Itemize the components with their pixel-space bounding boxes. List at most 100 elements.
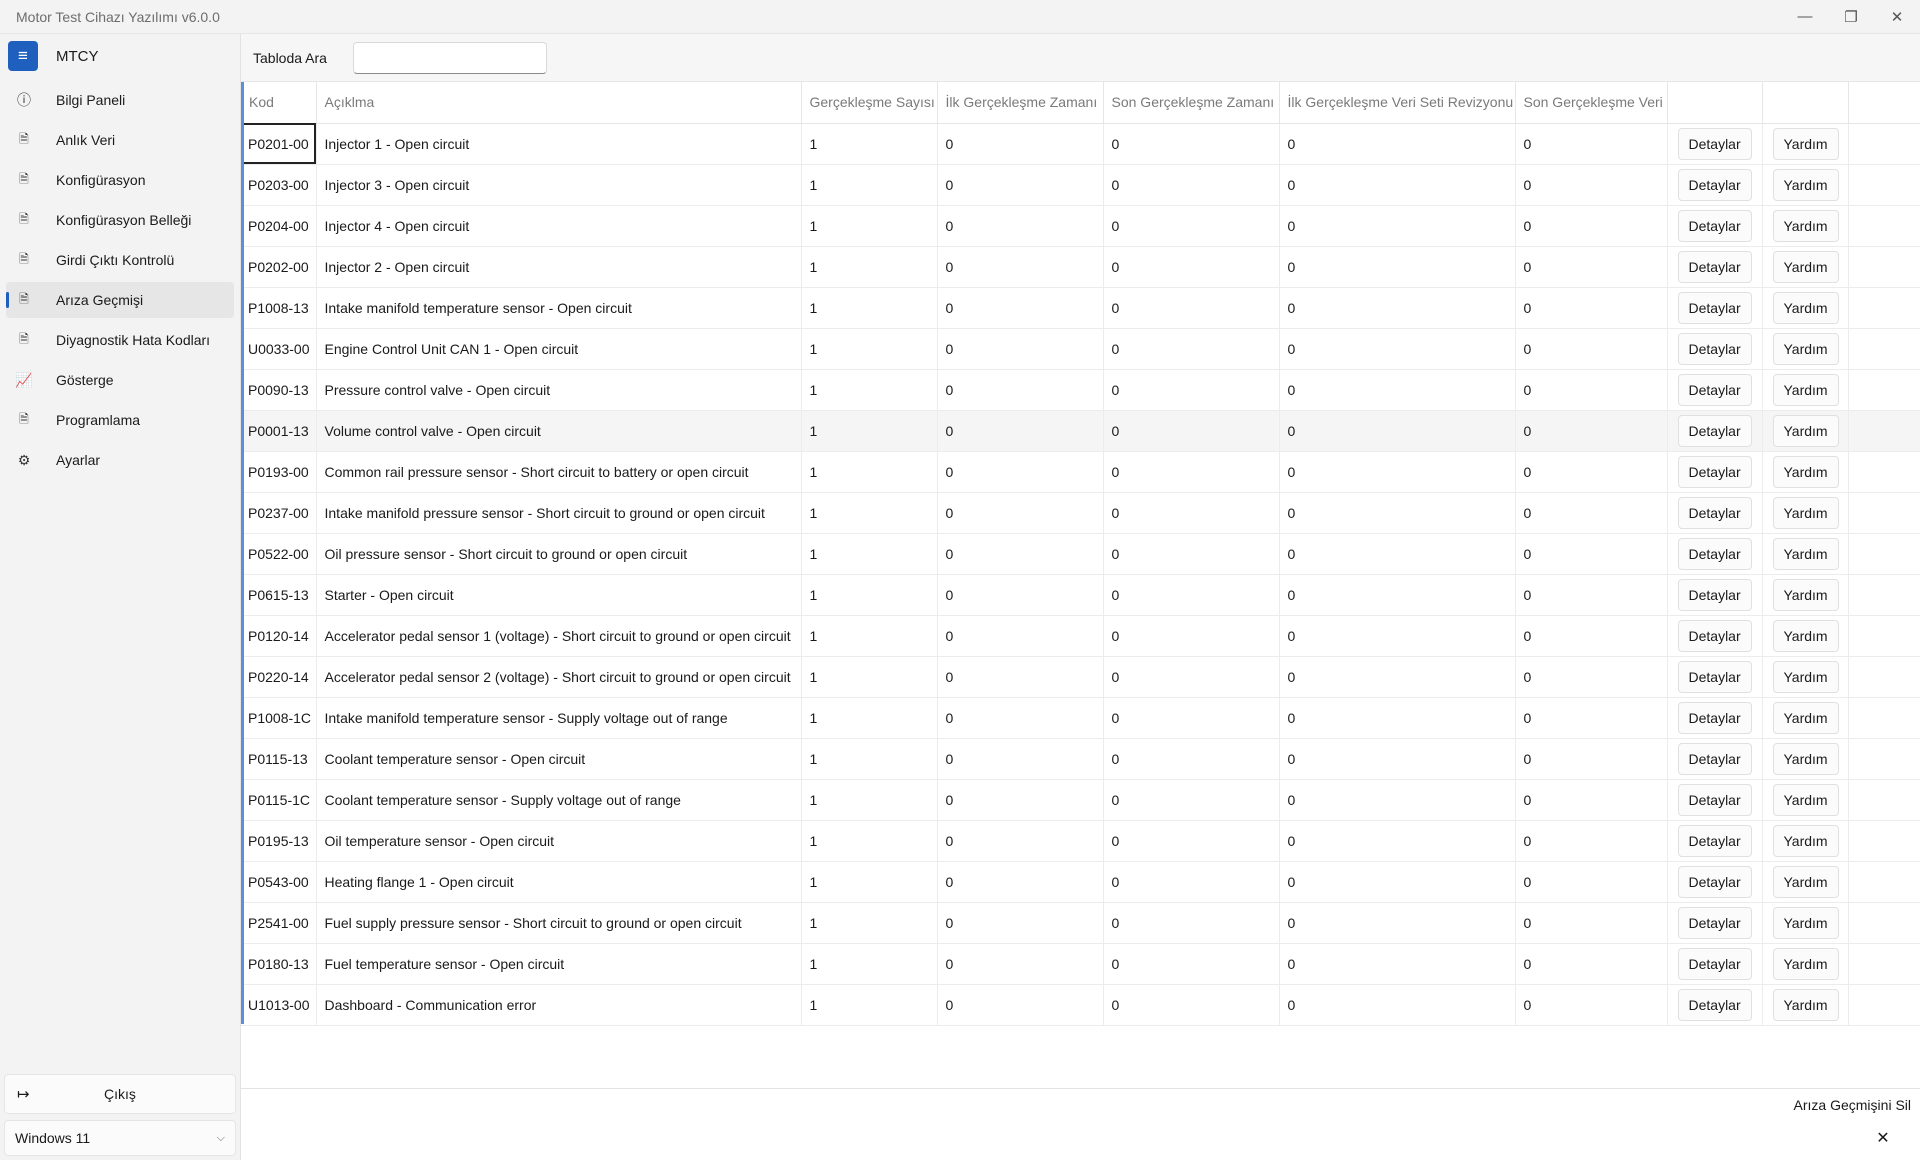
table-row[interactable]: P0543-00 Heating flange 1 - Open circuit 1…	[241, 861, 1920, 903]
details-button[interactable]: Detaylar	[1677, 988, 1752, 1021]
sidebar-item-bilgi-paneli[interactable]: ⓘ Bilgi Paneli	[6, 82, 234, 118]
details-button[interactable]: Detaylar	[1677, 127, 1752, 160]
first-time-cell[interactable]: 0	[937, 533, 1104, 575]
column-header[interactable]: İlk Gerçekleşme Veri Seti Revizyonu	[1279, 82, 1516, 124]
table-row[interactable]: P0120-14 Accelerator pedal sensor 1 (volt…	[241, 615, 1920, 657]
code-cell[interactable]: U1013-00	[241, 984, 317, 1026]
details-button[interactable]: Detaylar	[1677, 619, 1752, 652]
sidebar-item-konfig-rasyon[interactable]: 🗎 Konfigürasyon	[6, 162, 234, 198]
table-row[interactable]: P0202-00 Injector 2 - Open circuit 1 0 0 0 0 De…	[241, 246, 1920, 288]
details-button[interactable]: Detaylar	[1677, 250, 1752, 283]
count-cell[interactable]: 1	[801, 779, 938, 821]
first-revision-cell[interactable]: 0	[1279, 410, 1516, 452]
help-button[interactable]: Yardım	[1772, 742, 1839, 775]
first-revision-cell[interactable]: 0	[1279, 779, 1516, 821]
last-time-cell[interactable]: 0	[1103, 287, 1280, 329]
sidebar-item-girdi-kt-kontrol-[interactable]: 🗎 Girdi Çıktı Kontrolü	[6, 242, 234, 278]
help-button[interactable]: Yardım	[1772, 947, 1839, 980]
help-button[interactable]: Yardım	[1772, 660, 1839, 693]
details-button[interactable]: Detaylar	[1677, 168, 1752, 201]
code-cell[interactable]: P0220-14	[241, 656, 317, 698]
last-revision-cell[interactable]: 0	[1515, 533, 1668, 575]
count-cell[interactable]: 1	[801, 574, 938, 616]
details-button[interactable]: Detaylar	[1677, 455, 1752, 488]
details-button[interactable]: Detaylar	[1677, 578, 1752, 611]
table-row[interactable]: P0115-13 Coolant temperature sensor - Ope…	[241, 738, 1920, 780]
table-row[interactable]: P0193-00 Common rail pressure sensor - Sh…	[241, 451, 1920, 493]
first-revision-cell[interactable]: 0	[1279, 656, 1516, 698]
last-revision-cell[interactable]: 0	[1515, 697, 1668, 739]
last-revision-cell[interactable]: 0	[1515, 779, 1668, 821]
description-cell[interactable]: Intake manifold pressure sensor - Short …	[316, 492, 802, 534]
last-revision-cell[interactable]: 0	[1515, 943, 1668, 985]
first-revision-cell[interactable]: 0	[1279, 615, 1516, 657]
details-button[interactable]: Detaylar	[1677, 701, 1752, 734]
code-cell[interactable]: P0001-13	[241, 410, 317, 452]
first-revision-cell[interactable]: 0	[1279, 574, 1516, 616]
count-cell[interactable]: 1	[801, 738, 938, 780]
first-time-cell[interactable]: 0	[937, 410, 1104, 452]
details-button[interactable]: Detaylar	[1677, 824, 1752, 857]
count-cell[interactable]: 1	[801, 451, 938, 493]
last-time-cell[interactable]: 0	[1103, 656, 1280, 698]
last-time-cell[interactable]: 0	[1103, 410, 1280, 452]
clear-history-button[interactable]: ✕	[1853, 1123, 1913, 1153]
description-cell[interactable]: Dashboard - Communication error	[316, 984, 802, 1026]
description-cell[interactable]: Heating flange 1 - Open circuit	[316, 861, 802, 903]
first-revision-cell[interactable]: 0	[1279, 943, 1516, 985]
last-time-cell[interactable]: 0	[1103, 902, 1280, 944]
help-button[interactable]: Yardım	[1772, 168, 1839, 201]
last-revision-cell[interactable]: 0	[1515, 164, 1668, 206]
last-revision-cell[interactable]: 0	[1515, 574, 1668, 616]
last-time-cell[interactable]: 0	[1103, 779, 1280, 821]
count-cell[interactable]: 1	[801, 820, 938, 862]
description-cell[interactable]: Coolant temperature sensor - Supply volt…	[316, 779, 802, 821]
first-time-cell[interactable]: 0	[937, 820, 1104, 862]
first-revision-cell[interactable]: 0	[1279, 328, 1516, 370]
details-button[interactable]: Detaylar	[1677, 496, 1752, 529]
table-row[interactable]: U1013-00 Dashboard - Communication error 1…	[241, 984, 1920, 1026]
last-time-cell[interactable]: 0	[1103, 246, 1280, 288]
description-cell[interactable]: Coolant temperature sensor - Open circui…	[316, 738, 802, 780]
code-cell[interactable]: P1008-13	[241, 287, 317, 329]
table-row[interactable]: P0204-00 Injector 4 - Open circuit 1 0 0 0 0 De…	[241, 205, 1920, 247]
first-time-cell[interactable]: 0	[937, 861, 1104, 903]
help-button[interactable]: Yardım	[1772, 619, 1839, 652]
table-row[interactable]: P1008-13 Intake manifold temperature sens…	[241, 287, 1920, 329]
count-cell[interactable]: 1	[801, 902, 938, 944]
count-cell[interactable]: 1	[801, 246, 938, 288]
help-button[interactable]: Yardım	[1772, 414, 1839, 447]
first-time-cell[interactable]: 0	[937, 738, 1104, 780]
table-row[interactable]: P0115-1C Coolant temperature sensor - Sup…	[241, 779, 1920, 821]
column-header[interactable]	[1667, 82, 1763, 124]
table-row[interactable]: P0090-13 Pressure control valve - Open ci…	[241, 369, 1920, 411]
code-cell[interactable]: P0120-14	[241, 615, 317, 657]
first-time-cell[interactable]: 0	[937, 656, 1104, 698]
first-revision-cell[interactable]: 0	[1279, 820, 1516, 862]
details-button[interactable]: Detaylar	[1677, 783, 1752, 816]
table-row[interactable]: P0615-13 Starter - Open circuit 1 0 0 0 0 Detay…	[241, 574, 1920, 616]
last-revision-cell[interactable]: 0	[1515, 246, 1668, 288]
last-revision-cell[interactable]: 0	[1515, 492, 1668, 534]
first-time-cell[interactable]: 0	[937, 369, 1104, 411]
table-row[interactable]: P0201-00 Injector 1 - Open circuit 1 0 0 0 0 De…	[241, 123, 1920, 165]
details-button[interactable]: Detaylar	[1677, 742, 1752, 775]
sidebar-item-anl-k-veri[interactable]: 🗎 Anlık Veri	[6, 122, 234, 158]
description-cell[interactable]: Starter - Open circuit	[316, 574, 802, 616]
last-revision-cell[interactable]: 0	[1515, 656, 1668, 698]
code-cell[interactable]: P0090-13	[241, 369, 317, 411]
count-cell[interactable]: 1	[801, 369, 938, 411]
description-cell[interactable]: Injector 3 - Open circuit	[316, 164, 802, 206]
help-button[interactable]: Yardım	[1772, 455, 1839, 488]
first-time-cell[interactable]: 0	[937, 697, 1104, 739]
last-time-cell[interactable]: 0	[1103, 205, 1280, 247]
details-button[interactable]: Detaylar	[1677, 332, 1752, 365]
description-cell[interactable]: Accelerator pedal sensor 1 (voltage) - S…	[316, 615, 802, 657]
code-cell[interactable]: P0193-00	[241, 451, 317, 493]
last-revision-cell[interactable]: 0	[1515, 451, 1668, 493]
description-cell[interactable]: Pressure control valve - Open circuit	[316, 369, 802, 411]
code-cell[interactable]: P0180-13	[241, 943, 317, 985]
last-revision-cell[interactable]: 0	[1515, 861, 1668, 903]
help-button[interactable]: Yardım	[1772, 250, 1839, 283]
first-revision-cell[interactable]: 0	[1279, 738, 1516, 780]
